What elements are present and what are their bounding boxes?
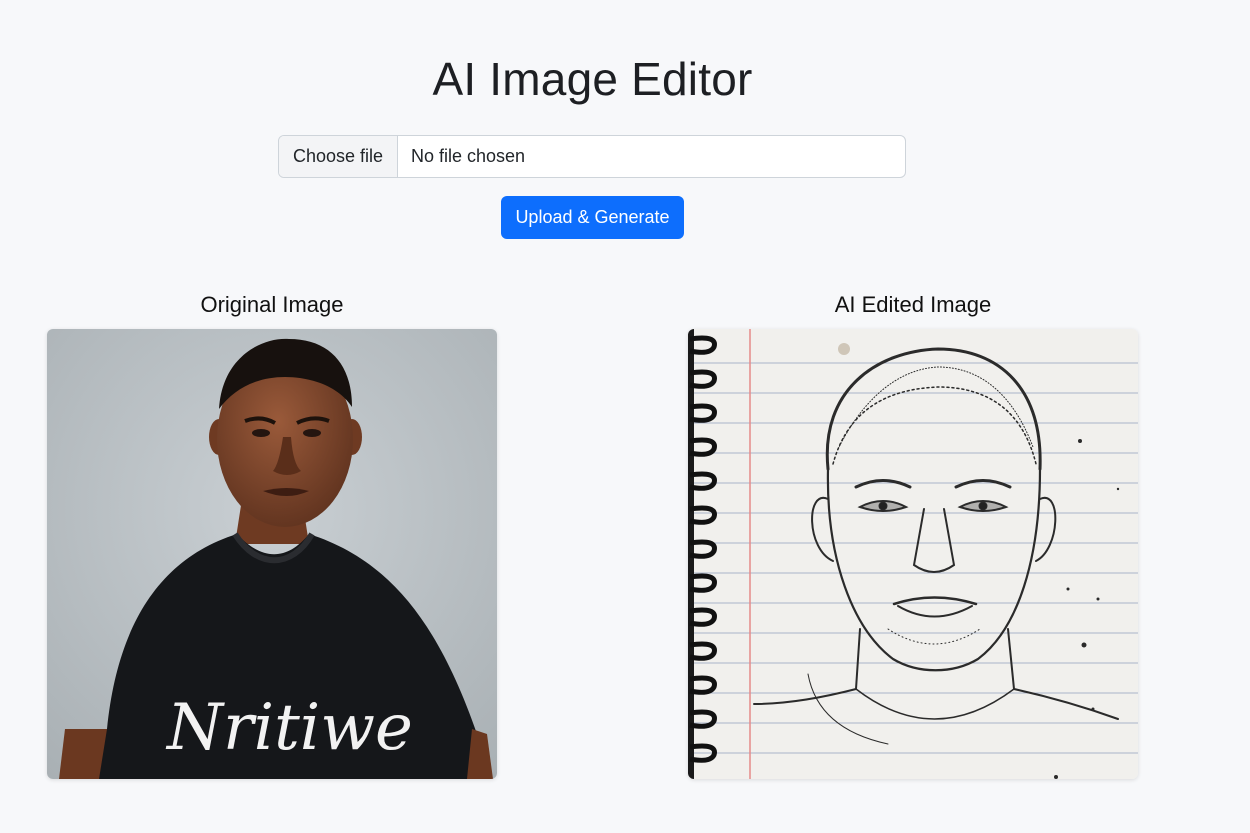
file-status-text: No file chosen <box>411 146 526 166</box>
page-title: AI Image Editor <box>432 53 753 105</box>
original-image: Nritiwe <box>47 329 497 779</box>
sketch-illustration <box>688 329 1138 779</box>
page: AI Image Editor Choose file No file chos… <box>0 0 1250 833</box>
original-photo-illustration: Nritiwe <box>47 329 497 779</box>
shirt-script-text: Nritiwe <box>165 691 413 765</box>
file-input[interactable]: Choose file No file chosen <box>278 135 906 178</box>
upload-generate-button[interactable]: Upload & Generate <box>501 196 684 239</box>
edited-image <box>688 329 1138 779</box>
choose-file-button[interactable]: Choose file <box>279 136 398 177</box>
edited-image-label: AI Edited Image <box>834 292 992 317</box>
original-image-label: Original Image <box>200 292 344 317</box>
